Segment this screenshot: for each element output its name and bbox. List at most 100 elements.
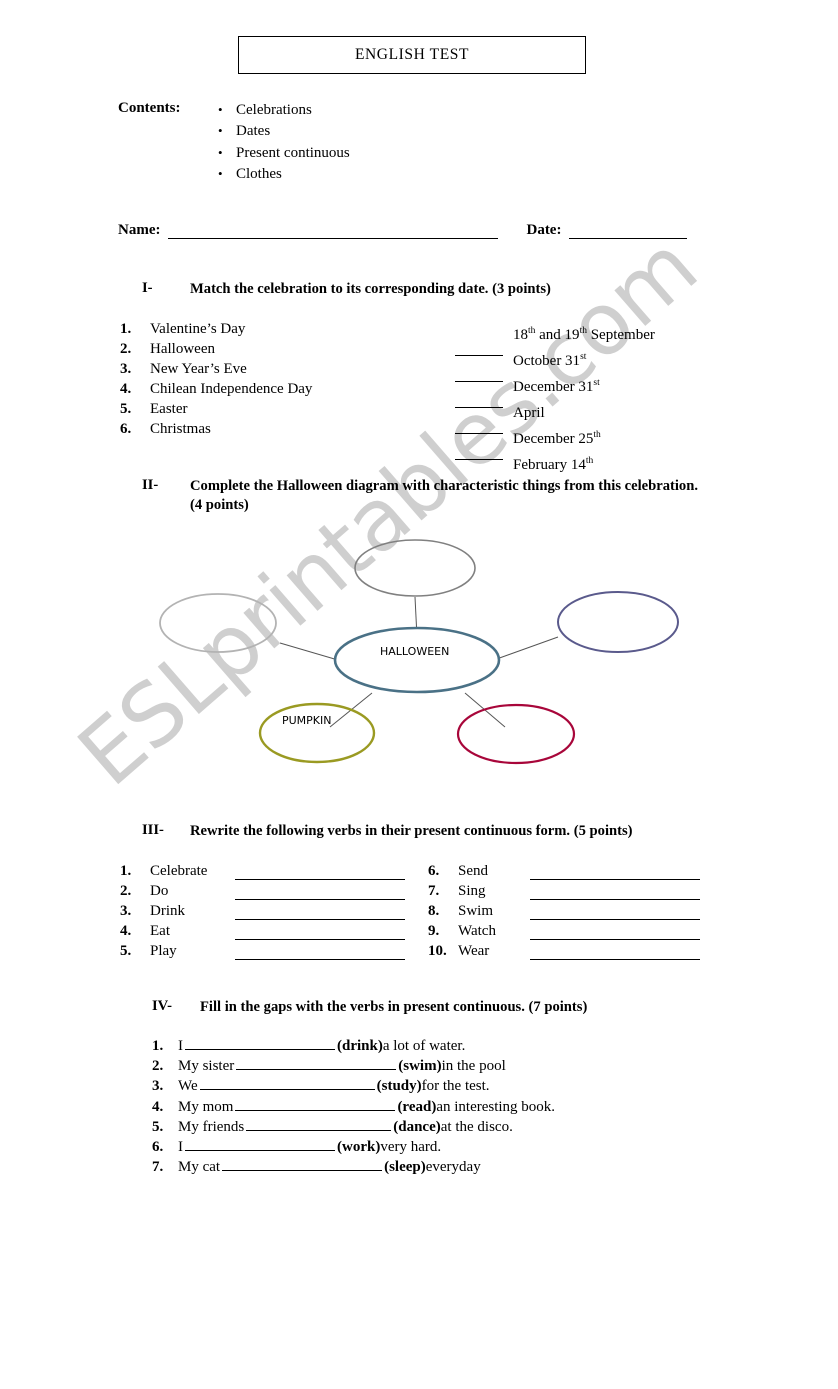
list-item: 6. I (work) very hard.: [152, 1137, 555, 1157]
diagram-node-bottom-right[interactable]: [456, 703, 576, 765]
verb-answer-input[interactable]: [235, 944, 405, 960]
list-item: Clothes: [218, 163, 350, 185]
match-answer-blank[interactable]: [455, 345, 513, 365]
section-three-instruction: Rewrite the following verbs in their pre…: [190, 823, 633, 839]
verb-answer-input[interactable]: [530, 904, 700, 920]
item-number: 1.: [120, 321, 132, 337]
sentence-suffix: a lot of water.: [382, 1038, 466, 1054]
name-input[interactable]: [168, 224, 499, 239]
date-label: Date:: [526, 222, 562, 238]
list-item: Dates: [218, 120, 350, 142]
sentence-verb: (drink): [337, 1038, 383, 1054]
date-main: 18: [513, 327, 528, 343]
gap-input[interactable]: [222, 1157, 383, 1172]
list-item: 18th and 19th September: [455, 319, 655, 345]
gap-input[interactable]: [246, 1117, 392, 1131]
diagram-node-top[interactable]: [354, 539, 476, 597]
list-item: December 25th: [455, 423, 655, 449]
date-tail: September: [586, 327, 655, 343]
list-item: 3. We (study) for the test.: [152, 1076, 555, 1096]
sentence-suffix: at the disco.: [440, 1118, 513, 1135]
item-number: 5.: [120, 943, 132, 959]
item-number: 2.: [120, 341, 132, 357]
section-two-instruction: Complete the Halloween diagram with char…: [190, 478, 698, 513]
gap-input[interactable]: [199, 1076, 375, 1091]
list-item: February 14th: [455, 449, 655, 475]
item-label: New Year’s Eve: [150, 361, 247, 377]
sentence-verb: (swim): [398, 1058, 442, 1075]
verb-label: Do: [150, 883, 169, 899]
verb-answer-input[interactable]: [235, 864, 405, 880]
item-number: 3.: [120, 903, 132, 919]
verb-answer-input[interactable]: [530, 944, 700, 960]
list-item: 10. Wear: [428, 940, 700, 960]
date-sup: th: [585, 456, 594, 466]
item-number: 1.: [152, 1038, 164, 1054]
item-number: 2.: [152, 1058, 164, 1075]
verb-answer-input[interactable]: [235, 884, 405, 900]
match-answer-blank[interactable]: [455, 319, 513, 339]
diagram-pumpkin-label: PUMPKIN: [282, 714, 332, 727]
date-label-text: February 14th: [513, 451, 593, 475]
match-answer-blank[interactable]: [455, 449, 513, 469]
verb-answer-input[interactable]: [530, 864, 700, 880]
list-item: 4. My mom (read) an interesting book.: [152, 1097, 555, 1117]
gap-input[interactable]: [236, 1056, 397, 1071]
date-label-text: 18th and 19th September: [513, 321, 655, 345]
verb-label: Drink: [150, 903, 185, 919]
gap-input[interactable]: [185, 1036, 335, 1050]
diagram-node-bottom-left[interactable]: [258, 702, 376, 764]
halloween-mind-map: HALLOWEEN PUMPKIN: [150, 525, 710, 790]
gap-input[interactable]: [235, 1097, 396, 1111]
match-answer-blank[interactable]: [455, 371, 513, 391]
list-item: 2. My sister (swim) in the pool: [152, 1056, 555, 1076]
date-main: December 31: [513, 379, 594, 395]
list-item: 2. Halloween: [120, 339, 312, 359]
verb-answer-input[interactable]: [235, 904, 405, 920]
list-item: December 31st: [455, 371, 655, 397]
list-item: 1. Celebrate: [120, 860, 405, 880]
verb-label: Swim: [458, 903, 494, 919]
list-item: 4. Eat: [120, 920, 405, 940]
verb-label: Watch: [458, 923, 496, 939]
list-item: Celebrations: [218, 99, 350, 121]
diagram-node-left[interactable]: [159, 593, 277, 653]
sentence-prefix: My sister: [178, 1058, 235, 1075]
item-label: Valentine’s Day: [150, 321, 246, 337]
gap-fill-list: 1. I (drink) a lot of water. 2. My siste…: [152, 1036, 555, 1177]
verb-list-right: 6. Send 7. Sing 8. Swim 9. Watch 10. Wea…: [428, 860, 700, 960]
diagram-svg: HALLOWEEN PUMPKIN: [159, 539, 679, 765]
list-item: 6. Send: [428, 860, 700, 880]
verb-answer-input[interactable]: [530, 884, 700, 900]
item-label: Easter: [150, 401, 188, 417]
sentence-verb: (sleep): [384, 1159, 426, 1176]
item-number: 6.: [120, 421, 132, 437]
section-one-numeral: I-: [142, 280, 153, 296]
verb-answer-input[interactable]: [530, 924, 700, 940]
list-item: 1. Valentine’s Day: [120, 319, 312, 339]
item-number: 4.: [120, 381, 132, 397]
document-title-box: ENGLISH TEST: [238, 36, 586, 74]
diagram-node-right[interactable]: [557, 591, 679, 653]
sentence-suffix: everyday: [425, 1159, 481, 1176]
item-number: 3.: [120, 361, 132, 377]
match-answer-blank[interactable]: [455, 397, 513, 417]
verb-list-left: 1. Celebrate 2. Do 3. Drink 4. Eat 5. Pl…: [120, 860, 405, 960]
sentence-verb: (read): [397, 1098, 437, 1115]
item-label: Christmas: [150, 421, 211, 437]
date-label-text: December 31st: [513, 373, 600, 397]
date-input[interactable]: [569, 224, 688, 239]
verb-answer-input[interactable]: [235, 924, 405, 940]
item-number: 6.: [152, 1139, 164, 1156]
diagram-node-center[interactable]: [333, 626, 501, 694]
item-number: 8.: [428, 903, 440, 919]
match-answer-blank[interactable]: [455, 423, 513, 443]
sentence-verb: (study): [376, 1078, 422, 1095]
name-label: Name:: [118, 222, 161, 238]
date-sup: st: [580, 352, 587, 362]
gap-input[interactable]: [185, 1137, 335, 1152]
list-item: 4. Chilean Independence Day: [120, 379, 312, 399]
verb-label: Wear: [458, 943, 490, 959]
section-three-numeral: III-: [142, 822, 164, 838]
list-item: 2. Do: [120, 880, 405, 900]
